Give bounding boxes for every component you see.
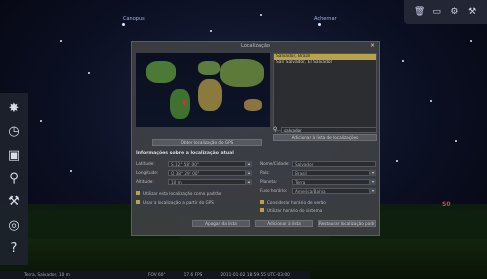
star-canopus[interactable] [122,23,125,26]
altitude-row: Altitude: 10 m ▴ [136,178,254,185]
dst-checkbox[interactable] [260,200,264,204]
star [455,140,457,142]
dst-check-row[interactable]: Considerar horário de verão [260,199,326,205]
delete-from-list-button[interactable]: Apagar da lista [192,220,250,227]
latitude-row: Latitude: S 12° 58' 00" ▴ [136,160,254,167]
planet-label: Planeta: [260,179,278,184]
wrench-icon[interactable]: ⚒ [467,7,477,17]
gps-label: Usar a localização a partir do GPS [143,199,214,205]
star [470,40,472,42]
star-achernar[interactable] [318,23,321,26]
system-time-label: Utilizar horário do sistema [267,207,323,213]
name-field[interactable]: Salvador [292,160,376,167]
location-dialog: Localização × Salvador, Brazil San Salva… [131,41,380,236]
star [396,160,398,162]
dialog-button-row: Apagar da lista Adicionar à lista Restau… [192,220,376,227]
timezone-label: Fuso horário: [260,188,288,193]
location-list-item[interactable]: San Salvador, El Salvador [274,60,376,66]
name-label: Nome/Cidade: [260,161,290,166]
star [260,14,262,16]
gps-checkbox[interactable] [136,200,140,204]
add-to-list-button[interactable]: Adicionar à lista de localizações [273,134,377,141]
status-fps: 17.6 FPS [183,272,203,278]
help-icon[interactable]: ? [6,241,22,257]
window-icon[interactable]: ▭ [432,7,442,17]
longitude-spinner[interactable]: ▴ [246,169,252,176]
map-land-africa [198,79,222,111]
country-row: País: Brasil ▾ [260,169,376,176]
status-datetime: 2011-01-02 18:59:55 UTC-03:00 [220,272,290,278]
add-to-list-bottom-button[interactable]: Adicionar à lista [255,220,313,227]
sun-icon[interactable]: ✸ [6,101,22,117]
latitude-field[interactable]: S 12° 58' 00" [168,160,246,167]
system-time-check-row[interactable]: Utilizar horário do sistema [260,207,322,213]
location-pin [183,100,186,105]
star [430,100,432,102]
chevron-down-icon[interactable]: ▾ [370,178,376,185]
reset-location-button[interactable]: Restaurar localização padrão [318,220,376,227]
timezone-row: Fuso horário: America/Bahia ▾ [260,187,376,194]
chevron-down-icon[interactable]: ▾ [370,169,376,176]
altitude-spinner[interactable]: ▴ [246,178,252,185]
star [60,40,62,42]
dialog-title-bar[interactable]: Localização × [132,42,379,50]
location-search-row: ⚲ salvador [273,126,377,133]
gps-button[interactable]: Obter localização do GPS [152,139,262,146]
default-location-label: Utilizar esta localização como padrão [143,190,222,196]
altitude-label: Altitude: [136,179,154,184]
latitude-spinner[interactable]: ▴ [246,160,252,167]
chevron-down-icon[interactable]: ▾ [370,187,376,194]
compass-icon[interactable]: ◎ [6,218,22,234]
close-icon[interactable]: × [370,42,375,50]
status-location: Terra, Salvador, 10 m [24,272,70,278]
planet-row: Planeta: Terra ▾ [260,178,376,185]
country-label: País: [260,170,270,175]
star [88,72,90,74]
map-land-north-america [146,61,176,83]
name-row: Nome/Cidade: Salvador [260,160,376,167]
wrench-icon[interactable]: ⚒ [6,194,22,210]
map-land-europe [198,61,220,75]
star-label-achernar: Achernar [314,16,337,22]
left-toolbar: ✸ ◷ ▣ ⚲ ⚒ ◎ ? [0,93,28,265]
star [70,170,72,172]
search-icon[interactable]: ⚲ [6,171,22,187]
clock-icon[interactable]: ◷ [6,124,22,140]
star [40,120,42,122]
default-location-checkbox[interactable] [136,191,140,195]
timezone-select[interactable]: America/Bahia [292,187,370,194]
planet-select[interactable]: Terra [292,178,370,185]
section-title: Informações sobre a localização atual [136,151,234,156]
longitude-label: Longitude: [136,170,159,175]
status-fov: FOV 60° [147,272,166,278]
altitude-field[interactable]: 10 m [168,178,246,185]
latitude-label: Latitude: [136,161,155,166]
star-label-canopus: Canopus [123,16,145,22]
map-land-asia [220,59,264,87]
world-map[interactable] [136,53,270,127]
map-land-australia [244,99,262,111]
star [210,30,212,32]
top-toolbar: 🗑 ▭ ⚙ ⚒ [404,0,487,24]
trash-icon[interactable]: 🗑 [414,7,425,17]
status-bar: Terra, Salvador, 10 m FOV 60° 17.6 FPS 2… [0,271,310,279]
map-land-south-america [170,89,190,119]
system-time-checkbox[interactable] [260,208,264,212]
country-select[interactable]: Brasil [292,169,370,176]
location-search-input[interactable]: salvador [281,126,377,133]
dialog-title: Localização [241,43,270,49]
camera-icon[interactable]: ▣ [6,148,22,164]
location-list[interactable]: Salvador, Brazil San Salvador, El Salvad… [273,53,377,131]
overlay-marker: S0 [442,201,451,208]
default-location-check-row[interactable]: Utilizar esta localização como padrão [136,190,221,196]
gps-check-row[interactable]: Usar a localização a partir do GPS [136,199,214,205]
search-icon: ⚲ [273,126,278,133]
longitude-field[interactable]: O 38° 29' 00" [168,169,246,176]
longitude-row: Longitude: O 38° 29' 00" ▴ [136,169,254,176]
dst-label: Considerar horário de verão [267,199,326,205]
gear-icon[interactable]: ⚙ [449,7,459,17]
star [402,60,404,62]
